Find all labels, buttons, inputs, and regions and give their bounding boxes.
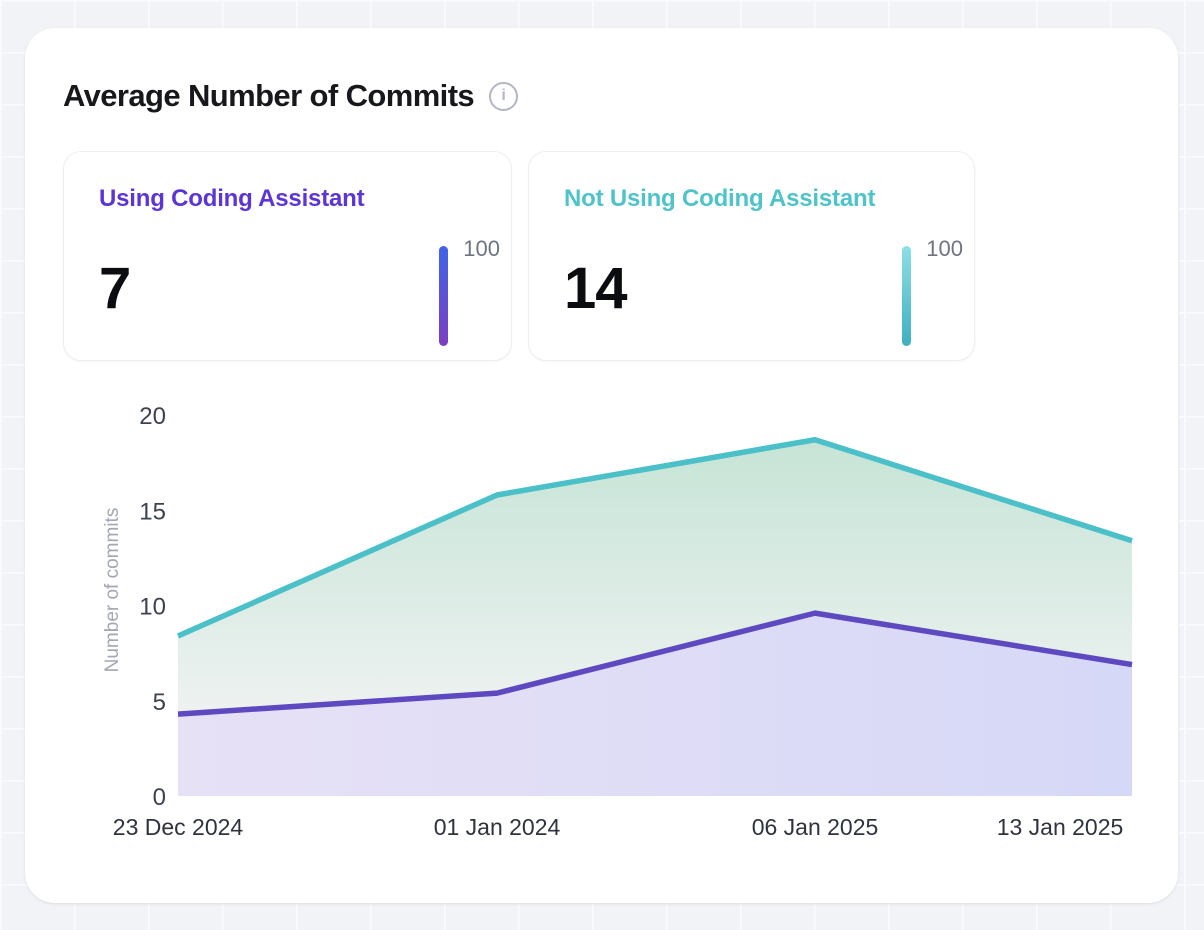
- stat-card-not-using-assistant: Not Using Coding Assistant 14 100: [528, 151, 975, 361]
- svg-text:20: 20: [139, 403, 166, 430]
- dashboard-page: { "header": { "title": "Average Number o…: [0, 0, 1204, 930]
- commits-panel: Average Number of Commits i Using Coding…: [25, 28, 1178, 903]
- gauge-max-label: 100: [926, 236, 963, 262]
- info-icon[interactable]: i: [489, 82, 518, 111]
- svg-text:13 Jan 2025: 13 Jan 2025: [997, 814, 1124, 840]
- svg-text:10: 10: [139, 594, 166, 621]
- svg-text:23 Dec 2024: 23 Dec 2024: [113, 814, 244, 840]
- svg-text:15: 15: [139, 498, 166, 525]
- commits-chart[interactable]: 0 5 10 15 20 23 Dec 2024 01 Jan 2024 06 Jan 202…: [25, 388, 1178, 868]
- svg-text:06 Jan 2025: 06 Jan 2025: [752, 814, 879, 840]
- stat-value: 7: [99, 255, 130, 322]
- svg-text:01 Jan 2024: 01 Jan 2024: [434, 814, 561, 840]
- stat-value: 14: [564, 255, 627, 322]
- svg-text:Number of commits: Number of commits: [102, 508, 123, 673]
- stat-label: Using Coding Assistant: [99, 185, 476, 213]
- stat-gauge: 100: [439, 236, 500, 346]
- svg-text:0: 0: [153, 784, 166, 811]
- stats-row: Using Coding Assistant 7 100 Not Using C…: [63, 151, 975, 361]
- page-title: Average Number of Commits: [63, 78, 474, 114]
- panel-header: Average Number of Commits i: [63, 78, 518, 114]
- stat-card-using-assistant: Using Coding Assistant 7 100: [63, 151, 512, 361]
- gauge-max-label: 100: [463, 236, 500, 262]
- gauge-bar: [902, 246, 911, 346]
- chart-canvas[interactable]: 0 5 10 15 20 23 Dec 2024 01 Jan 2024 06 Jan 202…: [25, 388, 1178, 868]
- stat-gauge: 100: [902, 236, 963, 346]
- stat-label: Not Using Coding Assistant: [564, 185, 939, 213]
- gauge-bar: [439, 246, 448, 346]
- svg-text:5: 5: [153, 689, 166, 716]
